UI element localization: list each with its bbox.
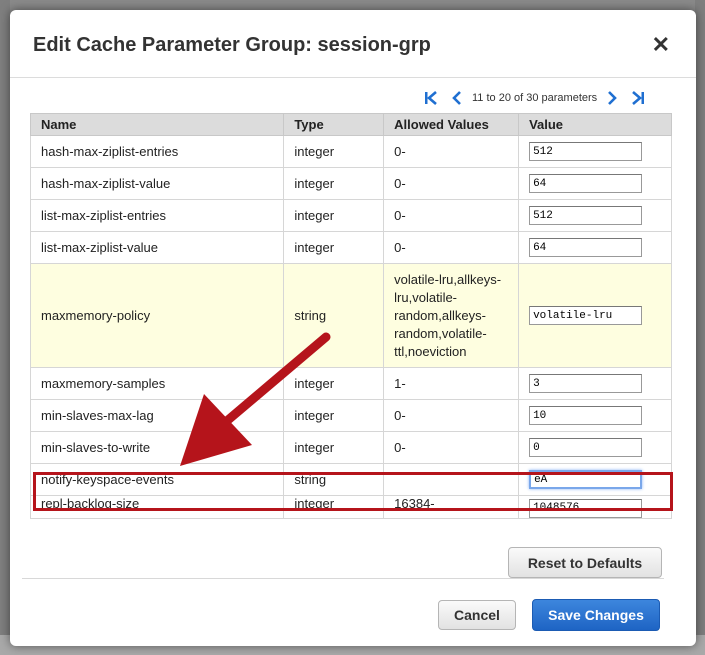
param-value-cell <box>518 231 672 264</box>
param-name: min-slaves-max-lag <box>29 399 285 432</box>
param-allowed-values: 0- <box>383 167 520 200</box>
allowed-values-line: lru,volatile- <box>394 289 458 305</box>
cancel-button[interactable]: Cancel <box>438 600 516 630</box>
param-value-cell <box>518 431 672 464</box>
param-value-cell <box>518 135 672 168</box>
param-name: maxmemory-samples <box>29 367 285 400</box>
param-value-input[interactable] <box>529 374 643 394</box>
column-header-value[interactable]: Value <box>518 113 672 136</box>
column-header-allowed-values[interactable]: Allowed Values <box>383 113 520 136</box>
param-value-input[interactable] <box>529 206 643 226</box>
param-allowed-values: 0- <box>383 431 520 464</box>
param-type: integer <box>283 199 385 232</box>
table-row: hash-max-ziplist-value integer 0- <box>29 167 672 200</box>
table-row: min-slaves-to-write integer 0- <box>29 431 672 464</box>
param-allowed-values: volatile-lru,allkeys- lru,volatile- rand… <box>383 263 520 368</box>
allowed-values-line: volatile-lru,allkeys- <box>394 271 502 287</box>
allowed-values-line: random,allkeys- <box>394 307 486 323</box>
param-value-cell <box>518 167 672 200</box>
last-page-icon[interactable] <box>631 91 645 105</box>
table-row: notify-keyspace-events string <box>29 463 672 496</box>
param-name: list-max-ziplist-value <box>29 231 285 264</box>
pagination: 11 to 20 of 30 parameters <box>424 91 645 105</box>
next-page-icon[interactable] <box>607 91 617 105</box>
param-allowed-values: 0- <box>383 135 520 168</box>
param-name: maxmemory-policy <box>29 263 285 368</box>
param-value-cell <box>518 463 672 496</box>
param-allowed-values: 0- <box>383 199 520 232</box>
table-row: list-max-ziplist-entries integer 0- <box>29 199 672 232</box>
first-page-icon[interactable] <box>424 91 438 105</box>
param-type: integer <box>283 399 385 432</box>
param-type: integer <box>283 431 385 464</box>
footer-divider <box>22 578 664 579</box>
dialog-title: Edit Cache Parameter Group: session-grp <box>33 34 431 56</box>
param-value-cell <box>518 199 672 232</box>
param-value-input[interactable] <box>529 406 643 426</box>
table-header-row: Name Type Allowed Values Value <box>29 113 672 136</box>
param-name: min-slaves-to-write <box>29 431 285 464</box>
param-allowed-values: 0- <box>383 231 520 264</box>
param-value-input[interactable] <box>529 438 643 458</box>
param-name: hash-max-ziplist-value <box>29 167 285 200</box>
param-name: list-max-ziplist-entries <box>29 199 285 232</box>
param-value-cell <box>518 399 672 432</box>
param-allowed-values <box>383 463 520 496</box>
background-page-left <box>0 0 10 655</box>
param-value-cell <box>518 495 672 519</box>
close-icon[interactable]: ✕ <box>652 32 670 58</box>
pagination-label: 11 to 20 of 30 parameters <box>472 92 598 104</box>
allowed-values-line: random,volatile- <box>394 325 487 341</box>
param-value-input[interactable] <box>529 498 643 518</box>
previous-page-icon[interactable] <box>452 91 462 105</box>
dialog-header: Edit Cache Parameter Group: session-grp … <box>10 10 696 78</box>
param-value-input[interactable] <box>529 306 643 326</box>
param-allowed-values: 1- <box>383 367 520 400</box>
param-name: notify-keyspace-events <box>29 463 285 496</box>
param-value-input-focused[interactable] <box>529 470 643 490</box>
allowed-values-line: ttl,noeviction <box>394 343 467 359</box>
param-value-input[interactable] <box>529 174 643 194</box>
reset-to-defaults-button[interactable]: Reset to Defaults <box>508 547 662 578</box>
save-changes-button[interactable]: Save Changes <box>532 599 660 631</box>
table-row: hash-max-ziplist-entries integer 0- <box>29 135 672 168</box>
param-name: hash-max-ziplist-entries <box>29 135 285 168</box>
param-allowed-values: 0- <box>383 399 520 432</box>
param-type: string <box>283 263 385 368</box>
param-type: integer <box>283 231 385 264</box>
param-type: integer <box>283 135 385 168</box>
table-row: maxmemory-samples integer 1- <box>29 367 672 400</box>
table-row: repl-backlog-size integer 16384- <box>29 495 672 519</box>
column-header-type[interactable]: Type <box>283 113 385 136</box>
param-value-cell <box>518 263 672 368</box>
table-row: min-slaves-max-lag integer 0- <box>29 399 672 432</box>
param-value-input[interactable] <box>529 238 643 258</box>
param-allowed-values: 16384- <box>383 495 520 519</box>
param-type: integer <box>283 495 385 519</box>
param-value-input[interactable] <box>529 142 643 162</box>
table-row: list-max-ziplist-value integer 0- <box>29 231 672 264</box>
param-type: string <box>283 463 385 496</box>
column-header-name[interactable]: Name <box>29 113 285 136</box>
parameters-table: Name Type Allowed Values Value hash-max-… <box>29 113 672 519</box>
param-type: integer <box>283 167 385 200</box>
param-name: repl-backlog-size <box>29 495 285 519</box>
param-type: integer <box>283 367 385 400</box>
table-row-highlighted: maxmemory-policy string volatile-lru,all… <box>29 263 672 368</box>
background-page-right <box>695 0 705 655</box>
param-value-cell <box>518 367 672 400</box>
